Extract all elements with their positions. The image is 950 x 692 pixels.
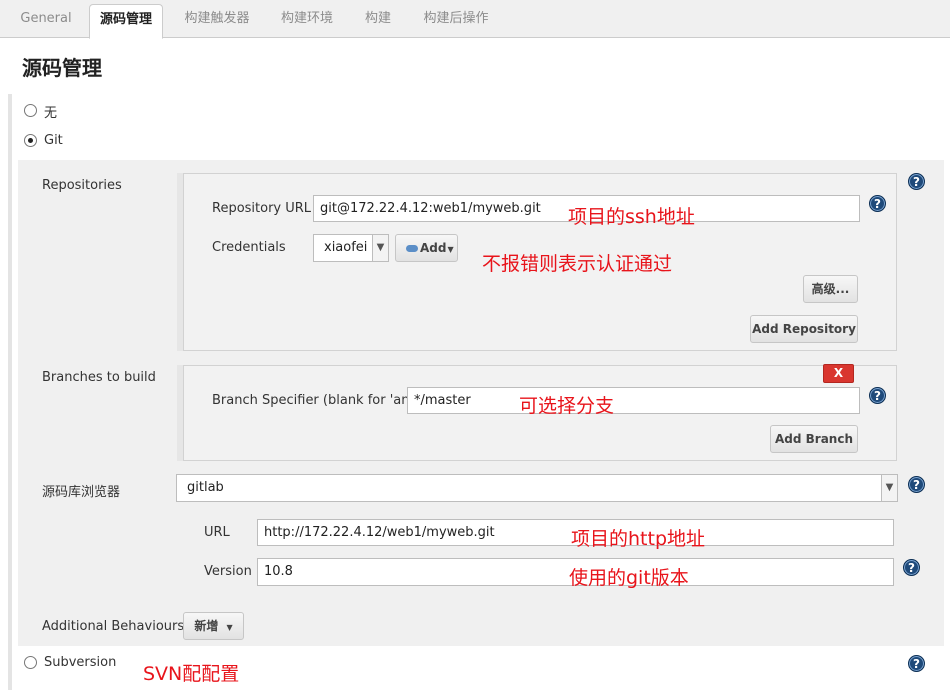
key-icon — [406, 245, 418, 252]
annotation-version: 使用的git版本 — [569, 567, 689, 589]
repo-browser-label: 源码库浏览器 — [42, 485, 121, 500]
add-branch-button[interactable]: Add Branch — [770, 425, 858, 453]
annotation-auth: 不报错则表示认证通过 — [482, 253, 673, 275]
branch-specifier-label: Branch Specifier (blank for 'any') — [212, 393, 426, 408]
chevron-down-icon: ▼ — [881, 475, 897, 501]
annotation-http: 项目的http地址 — [571, 528, 706, 550]
tab-general[interactable]: General — [10, 4, 82, 38]
repository-panel-bar — [177, 173, 183, 351]
credentials-label: Credentials — [212, 240, 286, 255]
tab-build[interactable]: 构建 — [352, 4, 404, 38]
repo-browser-select[interactable]: gitlab ▼ — [176, 474, 898, 502]
scm-git-radio[interactable] — [24, 134, 37, 147]
repository-url-label: Repository URL — [212, 201, 312, 216]
add-behaviour-button[interactable]: 新增 ▼ — [183, 612, 244, 640]
tab-build-triggers[interactable]: 构建触发器 — [173, 4, 261, 38]
scm-none-label: 无 — [44, 106, 58, 121]
repositories-help-icon[interactable]: ? — [908, 173, 925, 190]
credentials-value: xiaofei — [324, 240, 368, 255]
repo-browser-value: gitlab — [187, 480, 224, 495]
chevron-down-icon: ▼ — [372, 235, 388, 261]
section-title: 源码管理 — [22, 56, 102, 80]
section-indent-bar — [8, 94, 12, 690]
delete-branch-button[interactable]: X — [823, 364, 854, 383]
repositories-label: Repositories — [42, 178, 122, 193]
repository-url-help-icon[interactable]: ? — [869, 195, 886, 212]
add-credentials-button[interactable]: Add▼ — [395, 234, 458, 262]
additional-behaviours-label: Additional Behaviours — [42, 619, 185, 634]
branch-specifier-help-icon[interactable]: ? — [869, 387, 886, 404]
credentials-select[interactable]: xiaofei ▼ — [313, 234, 389, 262]
advanced-button[interactable]: 高级... — [803, 275, 858, 303]
caret-down-icon: ▼ — [226, 623, 233, 632]
add-repository-button[interactable]: Add Repository — [750, 315, 858, 343]
caret-down-icon: ▼ — [447, 245, 454, 254]
scm-subversion-label: Subversion — [44, 655, 117, 670]
tab-bar: General 源码管理 构建触发器 构建环境 构建 构建后操作 — [0, 0, 950, 39]
repo-browser-help-icon[interactable]: ? — [908, 476, 925, 493]
browser-url-label: URL — [204, 525, 230, 540]
branch-specifier-input[interactable]: */master — [407, 387, 860, 414]
version-help-icon[interactable]: ? — [903, 559, 920, 576]
version-label: Version — [204, 564, 252, 579]
branch-panel-bar — [177, 365, 183, 461]
annotation-svn: SVN配配置 — [143, 663, 240, 685]
scm-subversion-radio[interactable] — [24, 656, 37, 669]
annotation-ssh: 项目的ssh地址 — [568, 206, 695, 228]
branches-label: Branches to build — [42, 370, 156, 385]
scm-git-label: Git — [44, 133, 63, 148]
annotation-branch: 可选择分支 — [519, 395, 615, 417]
scm-none-radio[interactable] — [24, 104, 37, 117]
subversion-help-icon[interactable]: ? — [908, 655, 925, 672]
tab-source-management[interactable]: 源码管理 — [89, 4, 163, 39]
tab-post-build[interactable]: 构建后操作 — [412, 4, 500, 38]
tab-build-environment[interactable]: 构建环境 — [270, 4, 344, 38]
